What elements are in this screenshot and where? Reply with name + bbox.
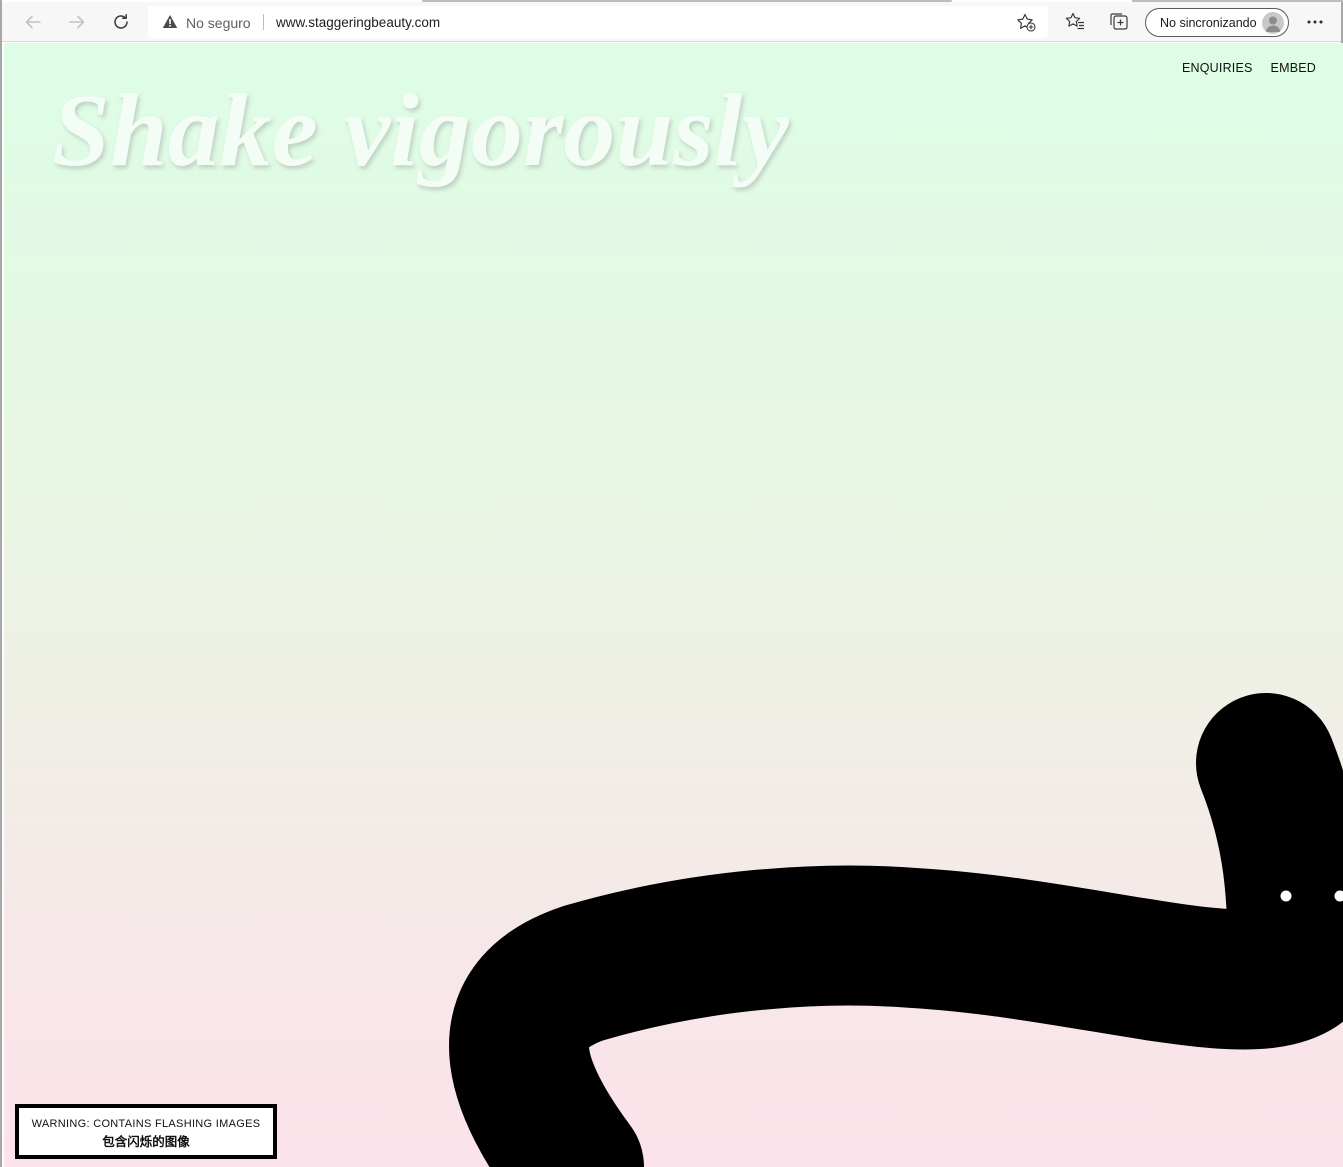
address-divider	[263, 14, 264, 30]
star-add-icon[interactable]	[1016, 13, 1036, 32]
user-avatar-icon	[1262, 12, 1284, 34]
flashing-warning-box: WARNING: CONTAINS FLASHING IMAGES 包含闪烁的图…	[15, 1104, 277, 1159]
more-dots-icon[interactable]	[1304, 13, 1326, 31]
profile-sync-button[interactable]: No sincronizando	[1145, 8, 1289, 37]
back-arrow-icon	[25, 15, 41, 29]
forward-button[interactable]	[61, 6, 93, 38]
refresh-icon	[114, 14, 128, 29]
worm-body[interactable]	[449, 693, 1343, 1167]
profile-sync-label: No sincronizando	[1160, 16, 1257, 30]
worm-eye-left	[1280, 890, 1292, 902]
refresh-button[interactable]	[105, 6, 137, 38]
browser-toolbar: No seguro www.staggeringbeauty.com No si…	[2, 2, 1341, 42]
warning-triangle-icon[interactable]	[162, 14, 178, 29]
favorites-list-icon[interactable]	[1065, 12, 1085, 31]
back-button[interactable]	[17, 6, 49, 38]
security-status-label[interactable]: No seguro	[186, 15, 251, 31]
page-viewport: Shake vigorously ENQUIRIES EMBED WARNING…	[4, 43, 1343, 1167]
warning-text-english: WARNING: CONTAINS FLASHING IMAGES	[31, 1118, 261, 1130]
url-text[interactable]: www.staggeringbeauty.com	[276, 15, 440, 30]
black-worm-creature[interactable]	[4, 43, 1343, 1167]
browser-window: No seguro www.staggeringbeauty.com No si…	[0, 0, 1343, 1167]
address-bar[interactable]: No seguro www.staggeringbeauty.com	[148, 6, 1048, 38]
forward-arrow-icon	[69, 15, 85, 29]
collections-icon[interactable]	[1109, 12, 1129, 31]
warning-text-chinese: 包含闪烁的图像	[102, 1135, 190, 1149]
